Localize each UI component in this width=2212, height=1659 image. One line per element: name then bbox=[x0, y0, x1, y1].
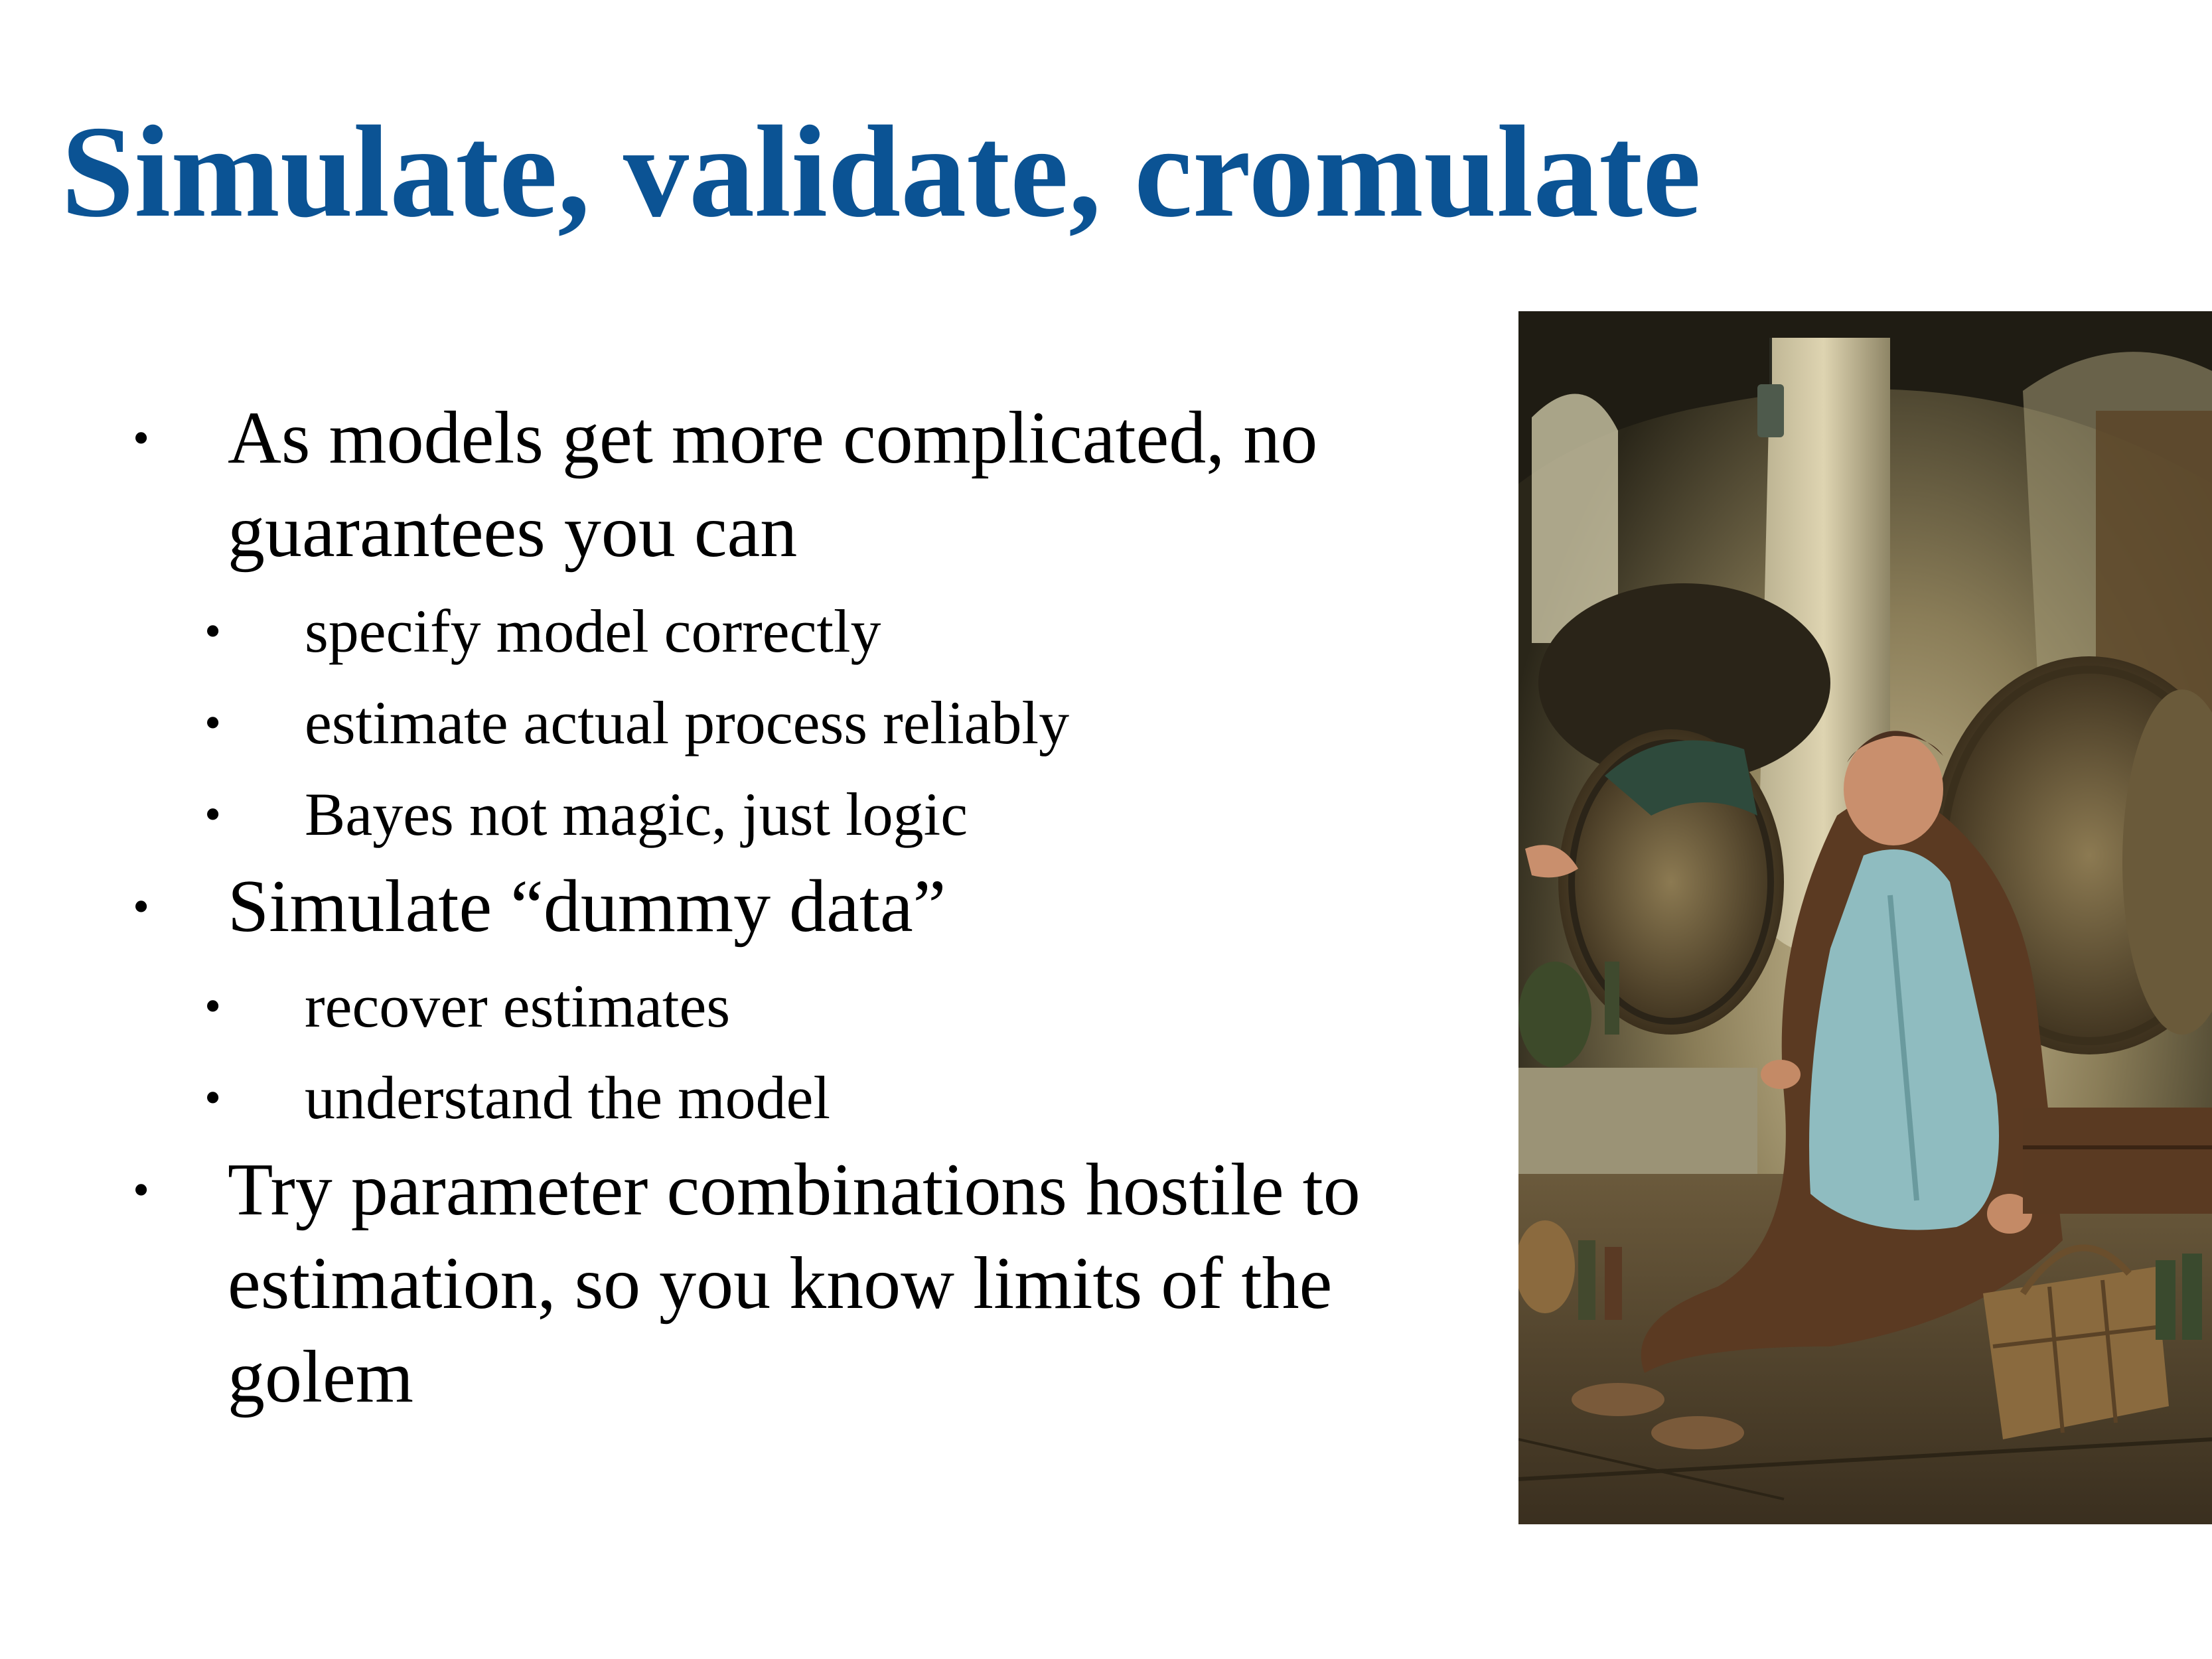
sub-bullet-text: understand the model bbox=[305, 1064, 831, 1131]
sub-bullet-item: • recover estimates bbox=[119, 960, 1480, 1052]
sub-bullet-text: estimate actual process reliably bbox=[305, 689, 1070, 757]
sub-bullet-item: • specify model correctly bbox=[119, 585, 1480, 677]
sub-bullet-text: specify model correctly bbox=[305, 597, 881, 665]
bullet-text: As models get more complicated, no guara… bbox=[228, 397, 1318, 573]
bullet-item: • As models get more complicated, no gua… bbox=[119, 392, 1480, 579]
bullet-dot: • bbox=[133, 411, 150, 465]
bullet-list: • As models get more complicated, no gua… bbox=[119, 392, 1480, 1431]
bullet-dot: • bbox=[204, 605, 222, 658]
sub-bullet-item: • estimate actual process reliably bbox=[119, 677, 1480, 768]
sub-bullet-item: • Bayes not magic, just logic bbox=[119, 768, 1480, 860]
bullet-text: Try parameter combinations hostile to es… bbox=[228, 1149, 1361, 1418]
bullet-dot: • bbox=[133, 1163, 150, 1216]
bullet-item: • Try parameter combinations hostile to … bbox=[119, 1143, 1480, 1424]
bullet-text: Simulate “dummy data” bbox=[228, 865, 946, 948]
sub-bullet-item: • understand the model bbox=[119, 1052, 1480, 1143]
bullet-dot: • bbox=[204, 1071, 222, 1124]
slide: Simulate, validate, cromulate • As model… bbox=[0, 0, 2212, 1659]
bullet-dot: • bbox=[204, 696, 222, 749]
bullet-dot: • bbox=[133, 880, 150, 933]
sub-bullet-text: Bayes not magic, just logic bbox=[305, 780, 968, 848]
slide-title: Simulate, validate, cromulate bbox=[61, 99, 1702, 244]
sleeping-monk-painting-icon bbox=[1518, 311, 2212, 1524]
bullet-dot: • bbox=[204, 979, 222, 1033]
bullet-item: • Simulate “dummy data” bbox=[119, 860, 1480, 954]
painting-image bbox=[1518, 311, 2212, 1524]
sub-bullet-text: recover estimates bbox=[305, 972, 731, 1040]
bullet-dot: • bbox=[204, 788, 222, 841]
